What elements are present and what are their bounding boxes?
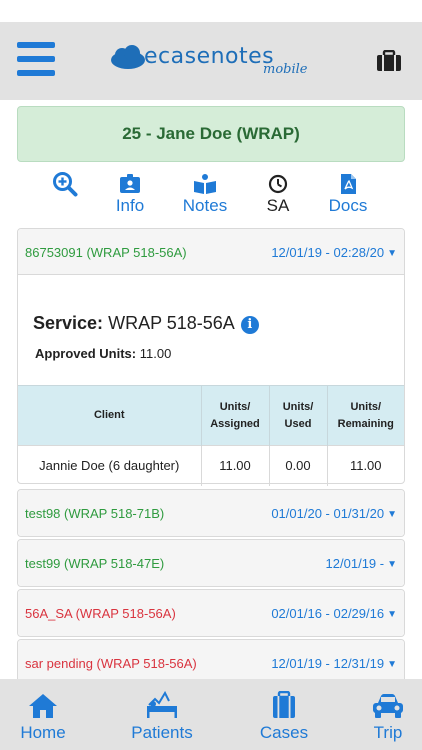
service-value: WRAP 518-56A: [108, 313, 235, 333]
app-logo: ecasenotes mobile: [108, 40, 328, 80]
cell-remaining: 11.00: [327, 445, 404, 486]
authorization-card[interactable]: 56A_SA (WRAP 518-56A) 02/01/16 - 02/29/1…: [17, 589, 405, 637]
tab-sa[interactable]: SA: [258, 172, 298, 216]
search-plus-icon: [48, 172, 82, 197]
chevron-down-icon: ▼: [387, 248, 397, 259]
tab-label: Notes: [182, 196, 228, 215]
status-bar: [0, 0, 422, 22]
car-icon: [366, 689, 410, 719]
authorization-name: 56A_SA (WRAP 518-56A): [25, 606, 176, 621]
authorization-header[interactable]: 86753091 (WRAP 518-56A) 12/01/19 - 02:28…: [18, 229, 404, 275]
cell-client: Jannie Doe (6 daughter): [18, 445, 202, 486]
info-icon[interactable]: i: [240, 316, 259, 334]
tab-notes[interactable]: Notes: [178, 172, 232, 216]
nav-label: Cases: [259, 723, 309, 742]
patient-bed-icon: [128, 689, 196, 719]
tab-zoom[interactable]: [48, 172, 82, 197]
clock-icon: [258, 172, 298, 196]
authorization-card[interactable]: test98 (WRAP 518-71B) 01/01/20 - 01/31/2…: [17, 489, 405, 537]
briefcase-icon[interactable]: [376, 49, 402, 77]
menu-icon[interactable]: [17, 42, 55, 76]
briefcase-icon: [256, 689, 312, 719]
nav-label: Trip: [373, 723, 403, 742]
nav-patients[interactable]: Patients: [128, 689, 196, 743]
top-header: ecasenotes mobile: [0, 22, 422, 100]
authorization-name: sar pending (WRAP 518-56A): [25, 656, 197, 671]
col-units-assigned: Units/Assigned: [201, 385, 270, 446]
tab-docs[interactable]: Docs: [324, 172, 372, 216]
cloud-icon: [111, 45, 145, 69]
col-units-used: Units/Used: [269, 385, 328, 446]
nav-label: Patients: [131, 723, 193, 742]
service-line: Service: WRAP 518-56A i: [33, 313, 259, 334]
col-client: Client: [18, 385, 202, 446]
col-units-remaining: Units/Remaining: [327, 385, 404, 446]
logo-text: ecasenotes: [144, 44, 275, 69]
tab-label: Info: [115, 196, 145, 215]
nav-home[interactable]: Home: [16, 689, 70, 743]
tab-label: SA: [266, 196, 290, 215]
chevron-down-icon: ▼: [387, 559, 397, 570]
authorization-dates: 12/01/19 - ▼: [325, 556, 397, 571]
authorization-name: test99 (WRAP 518-47E): [25, 556, 165, 571]
authorization-card[interactable]: test99 (WRAP 518-47E) 12/01/19 - ▼: [17, 539, 405, 587]
tab-label: Docs: [328, 196, 368, 215]
table-row: Jannie Doe (6 daughter) 11.00 0.00 11.00: [18, 445, 404, 486]
cell-assigned: 11.00: [201, 445, 270, 486]
patient-banner: 25 - Jane Doe (WRAP): [17, 106, 405, 162]
patient-tabs: Info Notes SA Docs: [0, 172, 422, 220]
tab-info[interactable]: Info: [108, 172, 152, 216]
nav-trip[interactable]: Trip: [366, 689, 410, 743]
authorization-dates: 12/01/19 - 02:28/20 ▼: [271, 245, 397, 260]
approved-units-value: 11.00: [139, 346, 172, 361]
id-card-icon: [108, 172, 152, 196]
home-icon: [16, 689, 70, 719]
authorization-dates: 12/01/19 - 12/31/19 ▼: [271, 656, 397, 671]
authorization-name: 86753091 (WRAP 518-56A): [25, 245, 187, 260]
chevron-down-icon: ▼: [387, 509, 397, 520]
authorization-dates: 02/01/16 - 02/29/16 ▼: [271, 606, 397, 621]
chevron-down-icon: ▼: [387, 609, 397, 620]
authorization-name: test98 (WRAP 518-71B): [25, 506, 165, 521]
logo-subtext: mobile: [263, 62, 308, 77]
nav-label: Home: [20, 723, 66, 742]
cell-used: 0.00: [269, 445, 328, 486]
pdf-file-icon: [324, 172, 372, 196]
bottom-nav: Home Patients Cases Trip: [0, 679, 422, 750]
approved-units: Approved Units: 11.00: [35, 346, 172, 361]
authorization-card-expanded: 86753091 (WRAP 518-56A) 12/01/19 - 02:28…: [17, 228, 405, 486]
book-icon: [178, 172, 232, 196]
units-table: Client Units/Assigned Units/Used Units/R…: [18, 385, 404, 486]
nav-cases[interactable]: Cases: [256, 689, 312, 743]
authorization-dates: 01/01/20 - 01/31/20 ▼: [271, 506, 397, 521]
chevron-down-icon: ▼: [387, 659, 397, 670]
table-header-row: Client Units/Assigned Units/Used Units/R…: [18, 385, 404, 446]
